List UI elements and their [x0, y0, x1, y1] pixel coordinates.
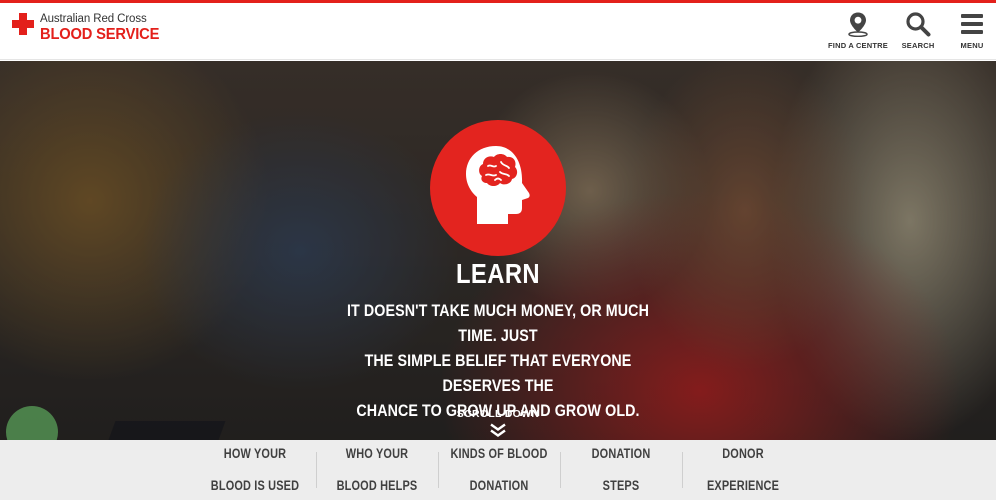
subnav-label-line: BLOOD HELPS [336, 478, 418, 493]
background-device [104, 421, 226, 440]
hero-description-line: IT DOESN'T TAKE MUCH MONEY, OR MUCH TIME… [346, 301, 649, 345]
search-button[interactable]: SEARCH [896, 11, 940, 55]
subnav-label-line: WHO YOUR [345, 446, 409, 461]
subnav-label-line: DONATION [469, 478, 529, 493]
subnav-label: DONATION STEPS [567, 446, 675, 494]
find-a-centre-label: FIND A CENTRE [828, 41, 888, 50]
site-logo[interactable]: Australian Red Cross BLOOD SERVICE [12, 13, 170, 44]
subnav-label-line: DONATION [591, 446, 651, 461]
subnav-who-your-blood-helps[interactable]: WHO YOUR BLOOD HELPS [316, 440, 438, 500]
location-pin-icon [846, 11, 870, 37]
double-chevron-down-icon [490, 423, 506, 437]
subnav-label-line: KINDS OF BLOOD [450, 446, 548, 461]
subnav-label-line: EXPERIENCE [706, 478, 780, 493]
subnav-how-your-blood-is-used[interactable]: HOW YOUR BLOOD IS USED [194, 440, 316, 500]
subnav-donation-steps[interactable]: DONATION STEPS [560, 440, 682, 500]
hero-description-line: THE SIMPLE BELIEF THAT EVERYONE DESERVES… [364, 351, 632, 395]
hero-title: LEARN [455, 258, 541, 289]
menu-button[interactable]: MENU [954, 11, 990, 55]
subnav-donor-experience[interactable]: DONOR EXPERIENCE [682, 440, 804, 500]
logo-text: Australian Red Cross BLOOD SERVICE [40, 13, 170, 44]
subnav-label: DONOR EXPERIENCE [689, 446, 797, 494]
red-cross-icon [12, 13, 34, 35]
logo-org-name: Australian Red Cross [40, 13, 147, 25]
scroll-down-label: SCROLL DOWN [456, 408, 540, 420]
subnav-label-line: HOW YOUR [223, 446, 287, 461]
brain-head-icon [430, 120, 566, 256]
find-a-centre-button[interactable]: FIND A CENTRE [826, 11, 890, 55]
section-sub-navigation: HOW YOUR BLOOD IS USED WHO YOUR BLOOD HELP… [0, 440, 996, 500]
menu-label: MENU [960, 41, 984, 50]
search-label: SEARCH [901, 41, 935, 50]
subnav-label: WHO YOUR BLOOD HELPS [323, 446, 431, 494]
subnav-label: KINDS OF BLOOD DONATION [445, 446, 553, 494]
hero-description: IT DOESN'T TAKE MUCH MONEY, OR MUCH TIME… [330, 298, 666, 423]
subnav-label: HOW YOUR BLOOD IS USED [201, 446, 309, 494]
logo-service-name: BLOOD SERVICE [40, 26, 160, 43]
scroll-down-link[interactable]: SCROLL DOWN [448, 408, 548, 437]
subnav-label-line: STEPS [602, 478, 640, 493]
hamburger-menu-icon [960, 11, 984, 37]
header-tools: FIND A CENTRE SEARCH MENU [826, 11, 996, 55]
search-icon [905, 11, 931, 37]
subnav-kinds-of-blood-donation[interactable]: KINDS OF BLOOD DONATION [438, 440, 560, 500]
subnav-label-line: DONOR [722, 446, 764, 461]
site-header: Australian Red Cross BLOOD SERVICE FIND … [0, 3, 996, 60]
subnav-label-line: BLOOD IS USED [210, 478, 300, 493]
